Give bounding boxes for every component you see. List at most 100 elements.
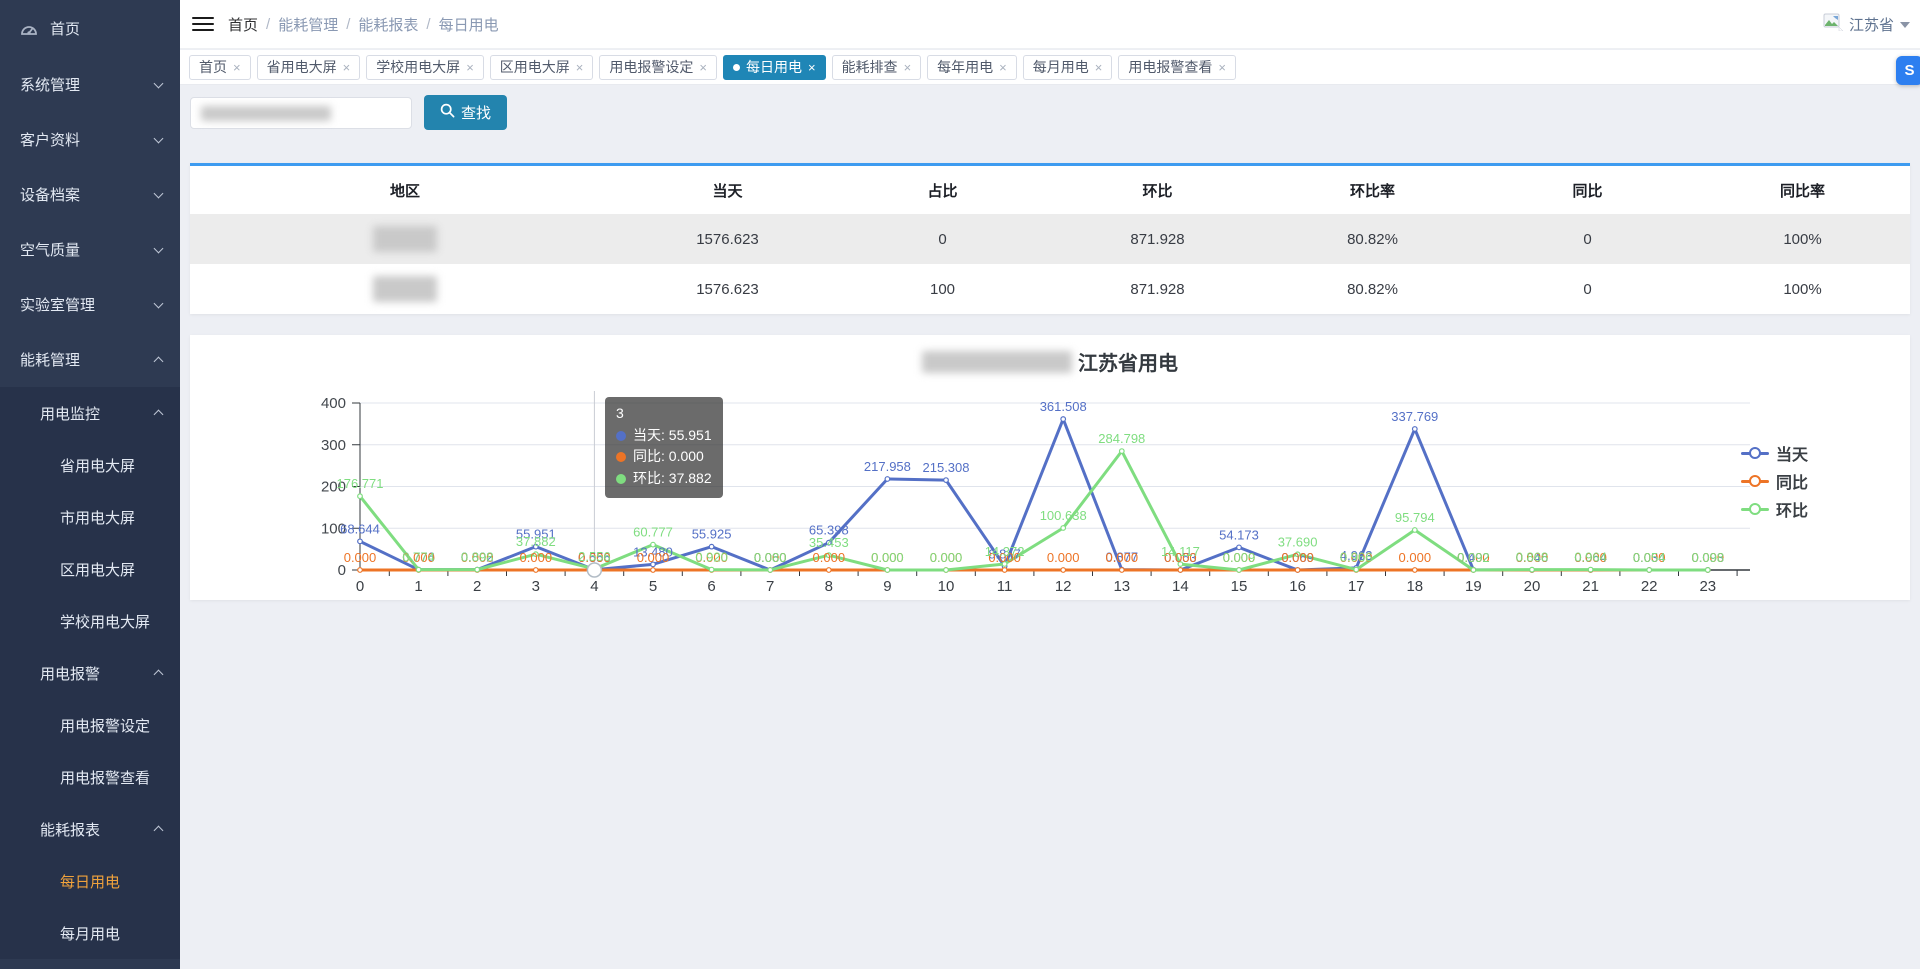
- chart-title-text: 江苏省用电: [1078, 347, 1178, 376]
- sidebar-item-home[interactable]: 首页: [0, 0, 180, 57]
- svg-text:15: 15: [1231, 578, 1248, 595]
- sidebar-item-system-mgmt[interactable]: 系统管理: [0, 57, 180, 112]
- tab-每月用电[interactable]: 每月用电×: [1023, 55, 1113, 80]
- breadcrumb-item[interactable]: 每日用电: [439, 14, 499, 35]
- close-icon[interactable]: ×: [699, 61, 707, 74]
- svg-text:0.000: 0.000: [637, 550, 670, 565]
- svg-text:21: 21: [1582, 578, 1599, 595]
- sidebar-item-air-quality[interactable]: 空气质量: [0, 222, 180, 277]
- svg-text:0.000: 0.000: [344, 550, 377, 565]
- sidebar-item-daily-power[interactable]: 每日用电: [0, 855, 180, 907]
- legend-label: 同比: [1776, 469, 1808, 493]
- sidebar-item-alarm-setting[interactable]: 用电报警设定: [0, 699, 180, 751]
- tab-label: 能耗排查: [842, 57, 898, 77]
- close-icon[interactable]: ×: [233, 61, 241, 74]
- tab-label: 首页: [199, 57, 227, 77]
- column-header-占比: 占比: [835, 166, 1050, 214]
- value-cell: 1576.623: [620, 264, 835, 314]
- user-name: 江苏省: [1849, 14, 1894, 35]
- user-menu[interactable]: 江苏省: [1823, 0, 1910, 49]
- chevron-up-icon: [154, 826, 164, 836]
- breadcrumb-item[interactable]: 能耗报表: [358, 14, 418, 35]
- browser-extension-icon[interactable]: S: [1896, 56, 1920, 85]
- svg-text:0.868: 0.868: [1516, 550, 1549, 565]
- tab-能耗排查[interactable]: 能耗排查 ×: [832, 55, 922, 80]
- tab-用电报警查看[interactable]: 用电报警查看×: [1118, 55, 1236, 80]
- close-icon[interactable]: ×: [343, 61, 351, 74]
- sidebar-item-province-screen[interactable]: 省用电大屏: [0, 439, 180, 491]
- redacted-title-prefix: [922, 351, 1072, 373]
- chart-card[interactable]: 江苏省用电 0100200300400012345678910111213141…: [190, 335, 1910, 600]
- summary-table-card: 地区当天占比环比环比率同比同比率 1576.6230871.92880.82%0…: [190, 163, 1910, 314]
- tab-省用电大屏[interactable]: 省用电大屏×: [257, 55, 361, 80]
- line-series-icon: [1741, 447, 1769, 459]
- sidebar-item-energy-report[interactable]: 能耗报表: [0, 803, 180, 855]
- hamburger-icon[interactable]: [192, 13, 214, 35]
- search-input[interactable]: [190, 97, 412, 129]
- svg-text:0.000: 0.000: [930, 550, 963, 565]
- sidebar-item-label: 用电报警查看: [60, 767, 162, 788]
- legend-item-同比[interactable]: 同比: [1741, 471, 1808, 490]
- sidebar-item-label: 空气质量: [20, 239, 155, 260]
- tab-label: 区用电大屏: [500, 57, 570, 77]
- chevron-up-icon: [154, 356, 164, 366]
- close-icon[interactable]: ×: [466, 61, 474, 74]
- svg-text:14.372: 14.372: [985, 544, 1025, 559]
- search-button[interactable]: 查找: [424, 95, 507, 130]
- sidebar-item-label: 每日用电: [60, 871, 162, 892]
- legend-item-当天[interactable]: 当天: [1741, 443, 1808, 462]
- tab-bar: 首页×省用电大屏×学校用电大屏×区用电大屏×用电报警设定×每日用电×能耗排查×每…: [180, 50, 1920, 85]
- sidebar-item-label: 首页: [50, 18, 162, 39]
- sidebar-item-customer-info[interactable]: 客户资料: [0, 112, 180, 167]
- close-icon[interactable]: ×: [999, 61, 1007, 74]
- breadcrumb-item[interactable]: 能耗管理: [278, 14, 338, 35]
- close-icon[interactable]: ×: [1218, 61, 1226, 74]
- tab-每日用电[interactable]: 每日用电×: [723, 55, 826, 80]
- tab-首页[interactable]: 首页 ×: [189, 55, 251, 80]
- tab-用电报警设定[interactable]: 用电报警设定×: [599, 55, 717, 80]
- sidebar-item-school-screen[interactable]: 学校用电大屏: [0, 595, 180, 647]
- svg-text:0.098: 0.098: [1692, 550, 1725, 565]
- value-cell: 80.82%: [1265, 214, 1480, 264]
- sidebar-item-power-monitor[interactable]: 用电监控: [0, 387, 180, 439]
- legend-item-环比[interactable]: 环比: [1741, 499, 1808, 518]
- close-icon[interactable]: ×: [904, 61, 912, 74]
- svg-text:10: 10: [938, 578, 955, 595]
- region-cell: [190, 214, 620, 264]
- svg-text:215.308: 215.308: [923, 460, 970, 475]
- sidebar-item-alarm-view[interactable]: 用电报警查看: [0, 751, 180, 803]
- tab-学校用电大屏[interactable]: 学校用电大屏 ×: [366, 55, 484, 80]
- value-cell: 1576.623: [620, 214, 835, 264]
- svg-text:19: 19: [1465, 578, 1482, 595]
- chart-title: 江苏省用电: [190, 347, 1910, 376]
- svg-text:361.508: 361.508: [1040, 399, 1087, 414]
- chevron-down-icon: [154, 133, 164, 143]
- sidebar-item-district-screen[interactable]: 区用电大屏: [0, 543, 180, 595]
- column-header-地区: 地区: [190, 166, 620, 214]
- svg-text:300: 300: [321, 437, 346, 454]
- sidebar-item-city-screen[interactable]: 市用电大屏: [0, 491, 180, 543]
- search-button-label: 查找: [461, 102, 491, 123]
- chevron-down-icon: [154, 188, 164, 198]
- svg-text:12: 12: [1055, 578, 1072, 595]
- close-icon[interactable]: ×: [1095, 61, 1103, 74]
- value-cell: 100%: [1695, 264, 1910, 314]
- svg-text:18: 18: [1406, 578, 1423, 595]
- close-icon[interactable]: ×: [808, 61, 816, 74]
- tab-label: 学校用电大屏: [376, 57, 460, 77]
- sidebar-item-energy-mgmt[interactable]: 能耗管理: [0, 332, 180, 387]
- sidebar-item-monthly-power[interactable]: 每月用电: [0, 907, 180, 959]
- svg-text:2.556: 2.556: [578, 549, 611, 564]
- daily-power-line-chart[interactable]: 0100200300400012345678910111213141516171…: [190, 385, 1910, 600]
- tab-每年用电[interactable]: 每年用电 ×: [927, 55, 1017, 80]
- svg-text:337.769: 337.769: [1391, 409, 1438, 424]
- sidebar-item-device-archive[interactable]: 设备档案: [0, 167, 180, 222]
- svg-text:0.080: 0.080: [754, 550, 787, 565]
- svg-text:0.774: 0.774: [402, 550, 435, 565]
- close-icon[interactable]: ×: [576, 61, 584, 74]
- tab-label: 每年用电: [937, 57, 993, 77]
- svg-text:6: 6: [707, 578, 715, 595]
- sidebar-item-lab-mgmt[interactable]: 实验室管理: [0, 277, 180, 332]
- tab-区用电大屏[interactable]: 区用电大屏 ×: [490, 55, 594, 80]
- sidebar-item-power-alarm[interactable]: 用电报警: [0, 647, 180, 699]
